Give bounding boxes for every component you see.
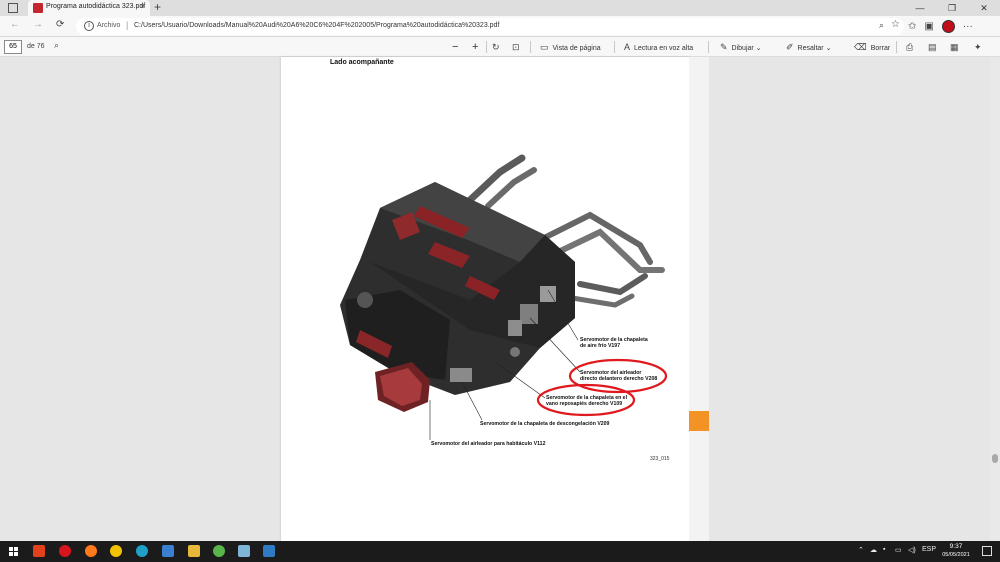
label-v112: Servomotor del airleador para habitáculo…: [431, 441, 546, 447]
photos-app-icon[interactable]: [263, 545, 275, 557]
tab-actions-icon[interactable]: [8, 3, 18, 13]
reload-button[interactable]: ⟳: [56, 19, 64, 30]
divider: [486, 41, 487, 53]
highlight-icon: ✐: [786, 42, 794, 52]
clock-date: 05/05/2021: [942, 552, 970, 558]
label-v197: Servomotor de la chapaleta de aire frío V…: [580, 337, 648, 349]
page-view-button[interactable]: ▭ Vista de página: [540, 40, 601, 56]
add-favorite-icon[interactable]: ☆: [891, 19, 900, 30]
vertical-scrollbar[interactable]: [990, 57, 1000, 541]
mail-app-icon[interactable]: [162, 545, 174, 557]
chapter-tab-marker: [689, 411, 709, 431]
opera-app-icon[interactable]: [59, 545, 71, 557]
read-aloud-button[interactable]: A Lectura en voz alta: [624, 40, 693, 56]
profile-avatar[interactable]: [941, 20, 955, 33]
volume-icon[interactable]: ◁): [908, 546, 916, 554]
new-tab-button[interactable]: +: [154, 0, 161, 14]
url-separator: |: [126, 20, 129, 30]
divider: [708, 41, 709, 53]
pin-toolbar-icon[interactable]: ✦: [974, 40, 986, 56]
erase-button[interactable]: ⌫ Borrar: [854, 40, 890, 56]
close-window-button[interactable]: ✕: [968, 0, 1000, 16]
more-options-button[interactable]: ···: [963, 21, 973, 32]
collections-icon[interactable]: ▣: [924, 21, 933, 32]
windows-start-icon[interactable]: [9, 547, 18, 556]
forward-button[interactable]: →: [33, 19, 43, 30]
address-bar: ← → ⟳ i Archivo | C:/Users/Usuario/Downl…: [0, 16, 1000, 37]
zoom-icon[interactable]: ⌕: [879, 20, 884, 31]
fit-page-icon[interactable]: ⊡: [512, 40, 524, 56]
pdf-toolbar: 65 de 76 ⌕ − + ↻ ⊡ ▭ Vista de página A Lec…: [0, 37, 1000, 57]
label-v209: Servomotor de la chapaleta de descongela…: [480, 421, 610, 427]
rotate-icon[interactable]: ↻: [492, 40, 504, 56]
minimize-button[interactable]: —: [904, 0, 936, 16]
url-text[interactable]: C:/Users/Usuario/Downloads/Manual%20Audi…: [134, 22, 499, 29]
utorrent-app-icon[interactable]: [213, 545, 225, 557]
notification-center-icon[interactable]: [982, 546, 992, 556]
divider: [530, 41, 531, 53]
read-aloud-icon: A: [624, 42, 631, 52]
edge-app-icon[interactable]: [136, 545, 148, 557]
divider: [614, 41, 615, 53]
taskbar: ⌃ ☁ ▪ ▭ ◁) ESP 9:37 05/05/2021: [0, 541, 1000, 562]
security-icon[interactable]: ▪: [883, 546, 885, 553]
label-v208: Servomotor del airleador directo delanter…: [580, 370, 658, 382]
close-tab-icon[interactable]: ×: [140, 2, 145, 11]
window-controls: — ❐ ✕: [904, 0, 1000, 16]
page-total: de 76: [27, 43, 45, 50]
back-button[interactable]: ←: [10, 19, 20, 30]
favorites-icon[interactable]: ✩: [908, 21, 916, 32]
pdf-file-icon: [33, 3, 43, 13]
maximize-button[interactable]: ❐: [936, 0, 968, 16]
save-icon[interactable]: ▤: [928, 40, 941, 56]
info-icon[interactable]: i: [84, 21, 94, 31]
page-edge: [689, 57, 709, 541]
climate-unit-illustration: [340, 154, 668, 440]
scrollbar-thumb[interactable]: [992, 454, 998, 463]
file-explorer-icon[interactable]: [188, 545, 200, 557]
language-indicator[interactable]: ESP: [922, 546, 936, 553]
divider: [896, 41, 897, 53]
firefox-app-icon[interactable]: [85, 545, 97, 557]
clock-time: 9:37: [949, 543, 963, 550]
browser-toolbar-right: ✩ ▣ ···: [908, 18, 973, 35]
figure-code: 323_015: [650, 456, 670, 462]
search-icon[interactable]: ⌕: [54, 40, 59, 51]
print-icon[interactable]: ⎙: [906, 40, 917, 56]
tray-overflow-icon[interactable]: ⌃: [858, 546, 864, 554]
page-number-input[interactable]: 65: [4, 40, 22, 54]
title-bar: Programa autodidáctica 323.pdf × + — ❐ ✕: [0, 0, 1000, 16]
notes-app-icon[interactable]: [238, 545, 250, 557]
tab-title: Programa autodidáctica 323.pdf: [46, 3, 146, 10]
chrome-app-icon[interactable]: [110, 545, 122, 557]
highlight-button[interactable]: ✐ Resaltar ⌄: [786, 40, 831, 56]
office-app-icon[interactable]: [33, 545, 45, 557]
label-v109: Servomotor de la chapaleta en el vano rep…: [546, 395, 628, 407]
network-icon[interactable]: ▭: [895, 546, 902, 554]
zoom-in-button[interactable]: +: [472, 40, 478, 54]
draw-icon: ✎: [720, 42, 728, 52]
draw-button[interactable]: ✎ Dibujar ⌄: [720, 40, 762, 56]
save-as-icon[interactable]: ▦: [950, 40, 963, 56]
zoom-out-button[interactable]: −: [452, 40, 458, 54]
cloud-icon[interactable]: ☁: [870, 546, 877, 554]
url-field[interactable]: i Archivo | C:/Users/Usuario/Downloads/M…: [76, 18, 904, 35]
page-view-icon: ▭: [540, 42, 549, 52]
tab-pdf[interactable]: Programa autodidáctica 323.pdf ×: [28, 0, 150, 16]
clock[interactable]: 9:37 05/05/2021: [940, 543, 972, 559]
eraser-icon: ⌫: [854, 42, 867, 52]
url-scheme: Archivo: [97, 22, 121, 29]
